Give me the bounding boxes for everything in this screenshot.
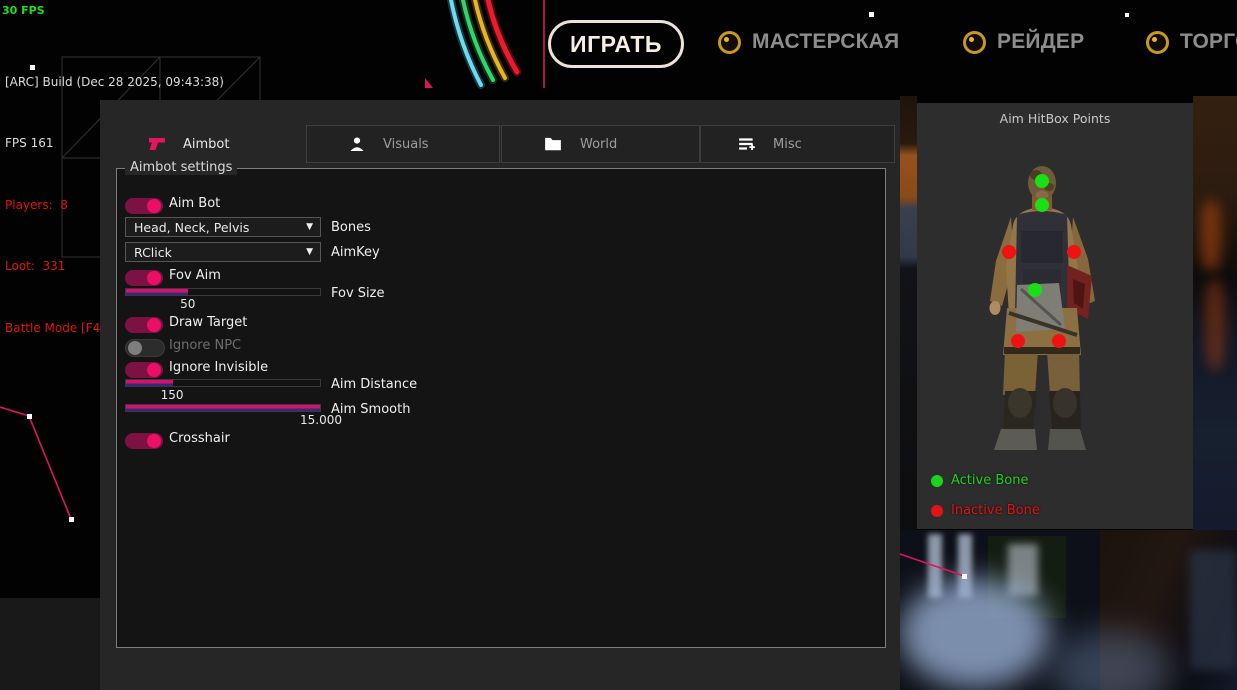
- bone-point-head: [1035, 174, 1049, 188]
- coin-icon: [718, 31, 741, 54]
- toggle-knob: [147, 318, 161, 332]
- crosshair-label: Crosshair: [169, 431, 230, 446]
- fov-size-row: 50 Fov Size: [125, 288, 525, 312]
- inactive-bone-label: Inactive Bone: [951, 503, 1040, 518]
- ignore-invisible-row: Ignore Invisible: [125, 359, 163, 379]
- fov-size-value: 50: [180, 297, 195, 311]
- aim-bot-label: Aim Bot: [169, 196, 220, 211]
- tab-visuals[interactable]: Visuals: [306, 125, 500, 163]
- tab-misc[interactable]: Misc: [700, 125, 895, 163]
- player-model: [917, 103, 1193, 529]
- aim-distance-row: 150 Aim Distance: [125, 379, 525, 403]
- background-floor: [0, 598, 100, 690]
- crosshair-row: Crosshair: [125, 430, 163, 450]
- hud-fps-counter: 30 FPS: [2, 1, 45, 22]
- background-rust-glow-2: [1205, 280, 1225, 370]
- aim-bot-row: Aim Bot: [125, 195, 163, 215]
- legend-inactive-bone: Inactive Bone: [931, 503, 1040, 518]
- coin-icon: [963, 31, 986, 54]
- hud-build-info: [ARC] Build (Dec 28 2025, 09:43:38): [5, 62, 224, 93]
- slider-fill: [126, 405, 320, 411]
- tab-world[interactable]: World: [501, 125, 700, 163]
- coin-icon: [1146, 31, 1169, 54]
- aimkey-dropdown[interactable]: RClick ▼: [125, 242, 321, 262]
- aim-smooth-label: Aim Smooth: [331, 402, 410, 417]
- fov-aim-toggle[interactable]: [125, 270, 163, 286]
- playlist-add-icon: [738, 136, 756, 152]
- cheat-menu-panel: Aimbot Visuals World: [100, 100, 900, 690]
- aimkey-label: AimKey: [331, 245, 380, 260]
- crosshair-toggle[interactable]: [125, 433, 163, 449]
- draw-target-row: Draw Target: [125, 314, 163, 334]
- ignore-npc-label: Ignore NPC: [169, 338, 241, 353]
- fov-size-label: Fov Size: [331, 286, 384, 301]
- slider-fill: [126, 380, 173, 386]
- bone-point-right-shoulder: [1067, 245, 1081, 259]
- bone-point-neck: [1035, 198, 1049, 212]
- aim-distance-value: 150: [161, 388, 184, 402]
- menu-item-label: ТОРГО: [1180, 30, 1237, 54]
- pistol-icon: [148, 136, 166, 152]
- game-screen: 30 FPS [ARC] Build (Dec 28 2025, 09:43:3…: [0, 0, 1237, 690]
- background-blue-cabinet: [1190, 550, 1237, 670]
- background-snow-blob: [900, 578, 1050, 688]
- background-rust-glow: [1200, 200, 1222, 270]
- bones-row: Head, Neck, Pelvis ▼ Bones: [125, 217, 525, 237]
- menu-item-trade[interactable]: ТОРГО: [1146, 30, 1237, 54]
- tab-aimbot[interactable]: Aimbot: [148, 125, 229, 163]
- draw-target-label: Draw Target: [169, 315, 247, 330]
- active-bone-label: Active Bone: [951, 473, 1028, 488]
- fov-size-slider[interactable]: [125, 288, 321, 296]
- menu-item-raider[interactable]: РЕЙДЕР: [963, 30, 1084, 54]
- toggle-knob: [147, 199, 161, 213]
- chevron-down-icon: ▼: [306, 247, 320, 257]
- menu-item-label: МАСТЕРСКАЯ: [752, 30, 899, 54]
- menu-item-workshop[interactable]: МАСТЕРСКАЯ: [718, 30, 899, 54]
- ignore-npc-toggle[interactable]: [125, 339, 165, 357]
- bone-point-pelvis: [1028, 283, 1042, 297]
- person-icon: [348, 136, 366, 152]
- inactive-bone-dot: [931, 505, 943, 517]
- slider-fill: [126, 289, 188, 295]
- folder-icon: [544, 136, 562, 152]
- tab-visuals-label: Visuals: [383, 137, 429, 152]
- bones-label: Bones: [331, 220, 371, 235]
- bones-dropdown[interactable]: Head, Neck, Pelvis ▼: [125, 217, 321, 237]
- toggle-knob: [147, 363, 161, 377]
- fov-aim-label: Fov Aim: [169, 268, 221, 283]
- ignore-invisible-label: Ignore Invisible: [169, 360, 268, 375]
- aimkey-row: RClick ▼ AimKey: [125, 242, 525, 262]
- tab-world-label: World: [580, 137, 617, 152]
- chevron-down-icon: ▼: [306, 222, 320, 232]
- menu-item-label: РЕЙДЕР: [997, 30, 1084, 54]
- toggle-knob: [147, 434, 161, 448]
- ignore-npc-row: Ignore NPC: [125, 337, 165, 357]
- play-button[interactable]: ИГРАТЬ: [548, 20, 684, 68]
- toggle-knob: [147, 271, 161, 285]
- legend-active-bone: Active Bone: [931, 473, 1028, 488]
- tab-misc-label: Misc: [773, 137, 802, 152]
- bone-point-left-thigh: [1011, 334, 1025, 348]
- aimbot-settings-group: Aimbot settings Aim Bot Head, Neck, Pelv…: [116, 168, 886, 648]
- aim-smooth-row: 15.000 Aim Smooth: [125, 404, 525, 428]
- aim-bot-toggle[interactable]: [125, 198, 163, 214]
- draw-target-toggle[interactable]: [125, 317, 163, 333]
- hitbox-panel: Aim HitBox Points: [917, 103, 1193, 529]
- active-bone-dot: [931, 475, 943, 487]
- aimkey-dropdown-value: RClick: [126, 245, 306, 260]
- fov-aim-row: Fov Aim: [125, 267, 163, 287]
- bone-point-left-shoulder: [1002, 245, 1016, 259]
- ignore-invisible-toggle[interactable]: [125, 362, 163, 378]
- toggle-knob: [128, 341, 142, 355]
- aim-distance-slider[interactable]: [125, 379, 321, 387]
- bones-dropdown-value: Head, Neck, Pelvis: [126, 220, 306, 235]
- bone-point-right-thigh: [1052, 334, 1066, 348]
- background-bottom-right-scene: [900, 530, 1237, 690]
- group-title: Aimbot settings: [125, 160, 237, 175]
- tab-aimbot-label: Aimbot: [183, 137, 229, 152]
- aim-smooth-slider[interactable]: [125, 404, 321, 412]
- aim-distance-label: Aim Distance: [331, 377, 417, 392]
- rainbow-logo-streak: [425, 0, 555, 95]
